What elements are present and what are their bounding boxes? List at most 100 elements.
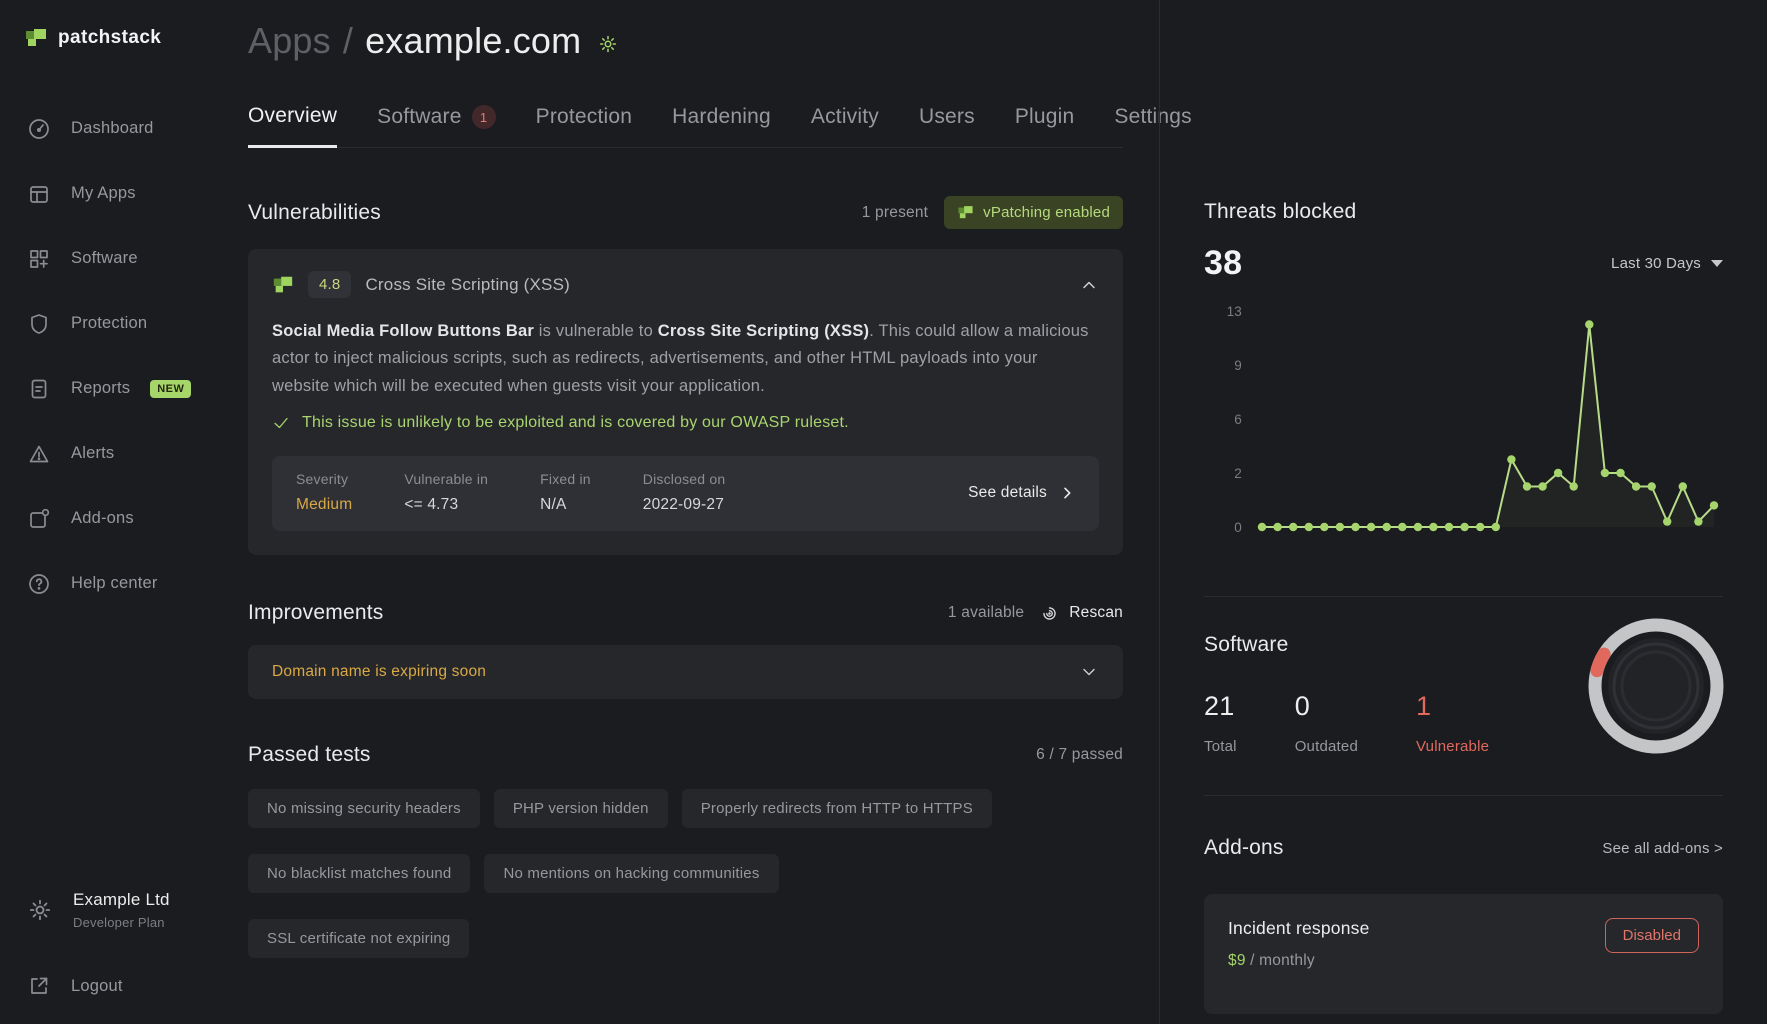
passed-tests-heading: Passed tests xyxy=(248,743,371,767)
sidebar-item-add-ons[interactable]: Add-ons xyxy=(0,486,220,551)
sidebar-item-alerts[interactable]: Alerts xyxy=(0,421,220,486)
site-settings-gear-icon[interactable] xyxy=(597,33,619,55)
patchstack-mini-logo-icon xyxy=(958,206,973,219)
cvss-score-badge: 4.8 xyxy=(308,271,352,298)
layout-icon xyxy=(30,185,48,203)
sidebar-item-label: My Apps xyxy=(71,184,136,202)
stat-total: 21 Total xyxy=(1204,691,1237,755)
sidebar-item-label: Reports xyxy=(71,379,131,397)
chevron-up-icon[interactable] xyxy=(1079,275,1099,295)
tab-software[interactable]: Software 1 xyxy=(377,104,496,147)
new-badge: NEW xyxy=(150,379,192,398)
report-document-icon xyxy=(31,379,47,398)
logout-button[interactable]: Logout xyxy=(0,974,220,998)
threats-chart: 0 2 6 9 13 xyxy=(1204,293,1723,556)
tab-overview[interactable]: Overview xyxy=(248,104,338,148)
improvements-available-count: 1 available xyxy=(947,604,1025,622)
vulnerability-title: Cross Site Scripting (XSS) xyxy=(365,274,570,294)
passed-test-chip: PHP version hidden xyxy=(493,789,668,829)
patchstack-mini-logo-icon xyxy=(273,276,293,292)
sidebar-item-help-center[interactable]: Help center xyxy=(0,551,220,616)
detail-severity: Severity Medium xyxy=(296,471,353,514)
sidebar-item-label: Dashboard xyxy=(71,119,154,137)
passed-test-chip: No missing security headers xyxy=(248,789,480,829)
threats-blocked-count: 38 xyxy=(1204,244,1243,282)
owasp-note: This issue is unlikely to be exploited a… xyxy=(272,414,1099,432)
dropdown-arrow-icon xyxy=(1711,260,1723,267)
tab-users[interactable]: Users xyxy=(919,104,975,147)
svg-text:9: 9 xyxy=(1234,358,1242,373)
vulnerabilities-present-count: 1 present xyxy=(861,203,929,221)
sidebar-item-label: Software xyxy=(71,249,138,267)
severity-value: Medium xyxy=(296,496,353,514)
passed-test-chip: No blacklist matches found xyxy=(248,854,471,894)
addon-status-button[interactable]: Disabled xyxy=(1604,918,1699,953)
svg-text:2: 2 xyxy=(1234,466,1242,481)
brand[interactable]: patchstack xyxy=(0,26,220,50)
gear-icon xyxy=(29,899,51,921)
tab-bar: Overview Software 1 Protection Hardening … xyxy=(248,104,1192,148)
tab-hardening[interactable]: Hardening xyxy=(672,104,771,147)
stat-outdated: 0 Outdated xyxy=(1294,691,1359,755)
sidebar-item-protection[interactable]: Protection xyxy=(0,291,220,356)
svg-text:6: 6 xyxy=(1234,412,1242,427)
vulnerability-description: Social Media Follow Buttons Bar is vulne… xyxy=(272,322,1089,395)
chevron-down-icon xyxy=(1083,668,1095,676)
shield-icon xyxy=(31,313,47,334)
sidebar: patchstack Dashboard My Apps Software Pr… xyxy=(0,0,220,1024)
divider xyxy=(1204,795,1723,796)
tab-plugin[interactable]: Plugin xyxy=(1015,104,1075,147)
chevron-right-icon xyxy=(1064,487,1071,499)
page-title: example.com xyxy=(365,20,582,61)
breadcrumb: Apps / example.com xyxy=(248,0,1123,62)
passed-test-chip: No mentions on hacking communities xyxy=(484,854,779,894)
detail-fixed-in: Fixed in N/A xyxy=(540,471,591,514)
passed-tests-list: No missing security headers PHP version … xyxy=(248,789,1123,959)
org-plan: Developer Plan xyxy=(73,915,165,930)
vpatching-enabled-badge: vPatching enabled xyxy=(944,196,1123,229)
sidebar-item-label: Add-ons xyxy=(71,509,134,527)
sidebar-item-software[interactable]: Software xyxy=(0,226,220,291)
org-settings[interactable]: Example Ltd Developer Plan xyxy=(0,890,220,930)
stat-vulnerable: 1 Vulnerable xyxy=(1416,691,1490,755)
tab-protection[interactable]: Protection xyxy=(536,104,633,147)
sidebar-item-my-apps[interactable]: My Apps xyxy=(0,161,220,226)
main-content: Apps / example.com Overview Software 1 Pr… xyxy=(220,0,1192,1024)
rescan-radar-icon xyxy=(1043,606,1056,620)
improvement-text: Domain name is expiring soon xyxy=(272,663,487,681)
see-all-addons-link[interactable]: See all add-ons > xyxy=(1602,840,1723,857)
sidebar-item-reports[interactable]: Reports NEW xyxy=(0,356,220,421)
passed-tests-summary: 6 / 7 passed xyxy=(1036,746,1123,764)
tab-activity[interactable]: Activity xyxy=(811,104,879,147)
addon-title: Incident response xyxy=(1228,918,1370,938)
add-ons-icon xyxy=(30,508,50,528)
org-name: Example Ltd xyxy=(73,890,170,909)
passed-test-chip: SSL certificate not expiring xyxy=(248,919,470,959)
sidebar-item-dashboard[interactable]: Dashboard xyxy=(0,96,220,161)
alert-triangle-icon xyxy=(29,445,49,462)
grid-plus-icon xyxy=(30,249,48,268)
divider xyxy=(1204,596,1723,597)
logout-label: Logout xyxy=(71,976,123,995)
rescan-button[interactable]: Rescan xyxy=(1040,604,1123,623)
date-range-select[interactable]: Last 30 Days xyxy=(1611,255,1723,272)
svg-text:13: 13 xyxy=(1227,304,1242,319)
sidebar-item-label: Protection xyxy=(71,314,148,332)
vulnerability-card: 4.8 Cross Site Scripting (XSS) Social Me… xyxy=(248,249,1123,556)
see-details-link[interactable]: See details xyxy=(968,484,1075,502)
threats-blocked-heading: Threats blocked xyxy=(1204,200,1357,223)
passed-test-chip: Properly redirects from HTTP to HTTPS xyxy=(681,789,992,829)
sidebar-item-label: Help center xyxy=(71,574,158,592)
dashboard-icon xyxy=(29,118,49,139)
software-section: Software 21 Total 0 Outdated 1 Vulnerabl… xyxy=(1204,618,1724,755)
vulnerabilities-heading: Vulnerabilities xyxy=(248,200,381,224)
detail-disclosed-on: Disclosed on 2022-09-27 xyxy=(642,471,726,514)
check-icon xyxy=(274,417,288,429)
addon-card-incident-response: Incident response $9 / monthly Disabled xyxy=(1204,894,1723,1014)
software-donut-chart xyxy=(1588,618,1724,754)
improvement-item-domain-expiring[interactable]: Domain name is expiring soon xyxy=(248,645,1123,700)
breadcrumb-separator: / xyxy=(342,20,354,61)
sidebar-nav: Dashboard My Apps Software Protection Re… xyxy=(0,96,220,616)
improvements-heading: Improvements xyxy=(248,601,384,625)
breadcrumb-apps[interactable]: Apps xyxy=(248,20,331,62)
